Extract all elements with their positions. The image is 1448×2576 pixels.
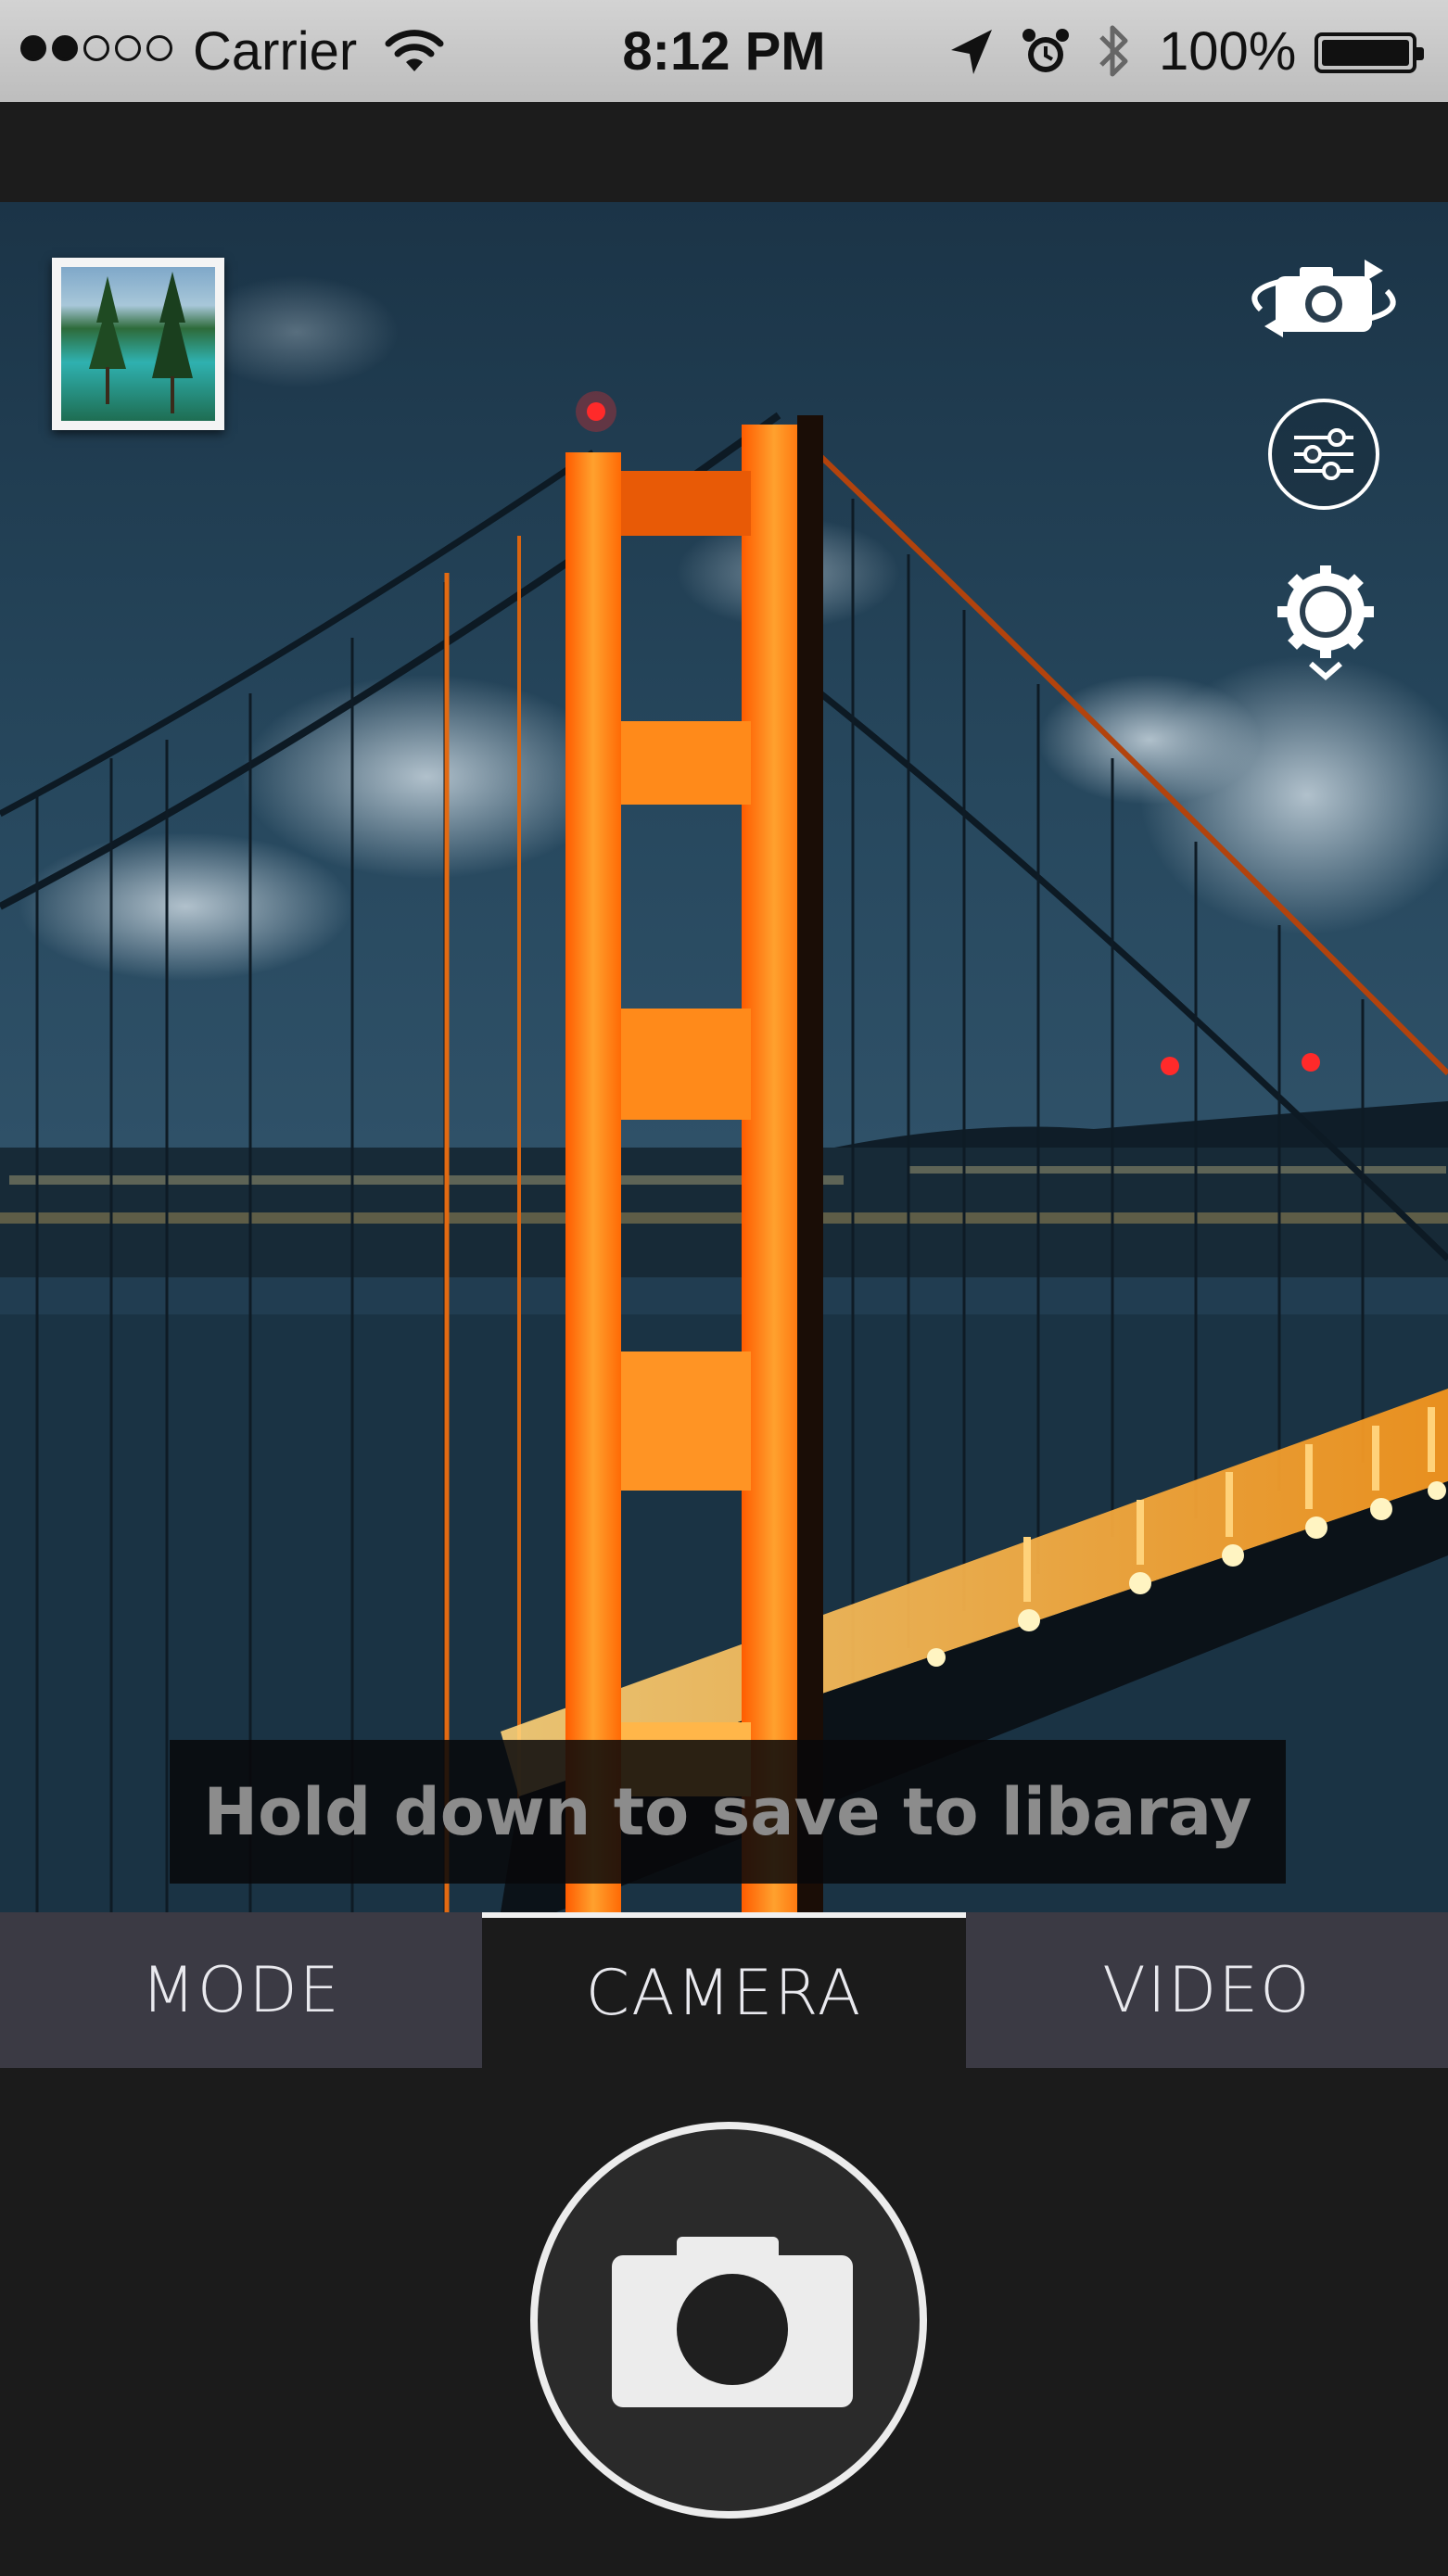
tab-camera-label: CAMERA — [585, 1956, 863, 2030]
tab-mode[interactable]: MODE — [0, 1912, 482, 2068]
top-bar — [0, 102, 1448, 202]
tab-mode-label: MODE — [141, 1953, 341, 2027]
last-photo-thumbnail[interactable] — [52, 258, 224, 430]
switch-camera-icon[interactable] — [1242, 254, 1405, 343]
tab-camera[interactable]: CAMERA — [482, 1912, 966, 2068]
bluetooth-icon — [1094, 20, 1135, 95]
tab-video[interactable]: VIDEO — [966, 1912, 1448, 2068]
camera-icon — [612, 2237, 853, 2407]
hold-to-save-toast: Hold down to save to libaray — [170, 1740, 1286, 1884]
exposure-gear-icon[interactable] — [1274, 564, 1378, 684]
shutter-area — [0, 2068, 1448, 2576]
tab-video-label: VIDEO — [1102, 1953, 1312, 2027]
location-arrow-icon — [947, 26, 996, 91]
bridge-scene — [0, 276, 1448, 1912]
toast-text: Hold down to save to libaray — [203, 1773, 1252, 1850]
battery-icon — [1315, 32, 1424, 73]
settings-sliders-icon[interactable] — [1266, 397, 1381, 512]
alarm-clock-icon — [1020, 26, 1072, 91]
shutter-button[interactable] — [530, 2122, 927, 2519]
battery-percent: 100% — [1159, 21, 1297, 82]
mode-tabs: MODE CAMERA VIDEO — [0, 1912, 1448, 2068]
status-bar: Carrier 8:12 PM 100% — [0, 0, 1448, 102]
camera-viewfinder[interactable]: Hold down to save to libaray — [0, 202, 1448, 1912]
